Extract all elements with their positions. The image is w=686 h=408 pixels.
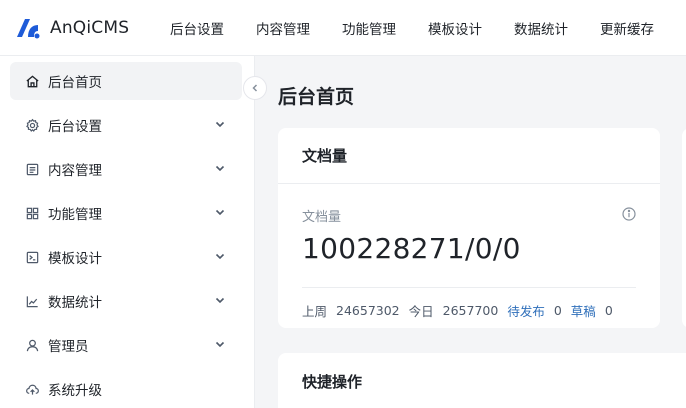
top-nav: 后台设置 内容管理 功能管理 模板设计 数据统计 更新缓存 [170,0,686,56]
info-icon[interactable] [622,207,636,221]
chevron-down-icon [215,341,225,348]
topnav-item-refresh-cache[interactable]: 更新缓存 [600,18,654,38]
drafts-link[interactable]: 草稿 [571,301,596,320]
last-week-value: 24657302 [336,303,400,318]
chevron-down-icon [215,209,225,216]
drafts-value: 0 [604,303,613,318]
chevron-down-icon [215,165,225,172]
sidebar-item-features[interactable]: 功能管理 [10,194,242,232]
sidebar-item-content[interactable]: 内容管理 [10,150,242,188]
divider [302,287,636,288]
topnav-item-content[interactable]: 内容管理 [256,18,310,38]
topnav-item-backend-settings[interactable]: 后台设置 [170,18,224,38]
sidebar-item-templates[interactable]: 模板设计 [10,238,242,276]
sidebar: 后台首页 后台设置 内容管理 功能管理 模板设计 数据统计 管理员 系统升级 [0,56,255,408]
stat-footer: 上周 24657302 今日 2657700 待发布 0 草稿 0 [302,301,622,320]
terminal-icon [24,249,40,265]
gear-icon [24,117,40,133]
brand-logo[interactable]: AnQiCMS [0,15,170,41]
sidebar-item-label: 系统升级 [48,383,102,399]
chevron-down-icon [215,253,225,260]
brand-name: AnQiCMS [50,17,130,38]
sidebar-item-label: 管理员 [48,339,89,355]
chart-line-icon [24,293,40,309]
card-title: 快捷操作 [302,372,363,391]
home-icon [24,73,40,89]
topnav-item-statistics[interactable]: 数据统计 [514,18,568,38]
topnav-item-templates[interactable]: 模板设计 [428,18,482,38]
last-week-label: 上周 [302,304,328,319]
stat-value: 100228271/0/0 [302,232,521,265]
today-value: 2657700 [442,303,499,318]
chevron-down-icon [215,297,225,304]
sidebar-item-system-upgrade[interactable]: 系统升级 [10,370,242,408]
chevron-left-icon [252,84,258,92]
sidebar-item-administrators[interactable]: 管理员 [10,326,242,364]
pending-publish-link[interactable]: 待发布 [507,301,545,320]
document-count-card: 文档量 文档量 100228271/0/0 上周 24657302 今日 265… [278,128,660,328]
document-icon [24,161,40,177]
sidebar-item-statistics[interactable]: 数据统计 [10,282,242,320]
top-header: AnQiCMS 后台设置 内容管理 功能管理 模板设计 数据统计 更新缓存 [0,0,686,56]
sidebar-item-backend-settings[interactable]: 后台设置 [10,106,242,144]
topnav-item-features[interactable]: 功能管理 [342,18,396,38]
quick-actions-card: 快捷操作 [278,353,686,408]
cloud-upgrade-icon [24,381,40,397]
adjacent-card [682,128,686,328]
pending-publish-value: 0 [553,303,562,318]
card-title: 文档量 [278,128,660,184]
stat-label: 文档量 [302,210,342,225]
sidebar-item-label: 数据统计 [48,295,102,311]
page-title: 后台首页 [278,86,355,108]
sidebar-item-label: 后台首页 [48,75,102,91]
user-icon [24,337,40,353]
sidebar-item-label: 功能管理 [48,207,102,223]
sidebar-item-label: 模板设计 [48,251,102,267]
today-label: 今日 [408,304,434,319]
sidebar-item-dashboard[interactable]: 后台首页 [10,62,242,100]
sidebar-item-label: 后台设置 [48,119,102,135]
anqicms-logo-icon [17,18,40,38]
chevron-down-icon [215,121,225,128]
sidebar-collapse-button[interactable] [243,76,267,100]
grid-icon [24,205,40,221]
sidebar-item-label: 内容管理 [48,163,102,179]
